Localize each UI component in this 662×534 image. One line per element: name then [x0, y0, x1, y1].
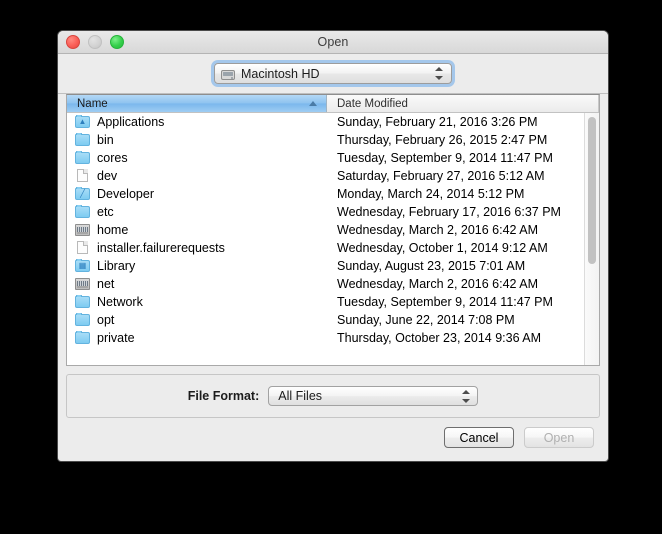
file-name-label: private [97, 331, 135, 345]
folder-icon [75, 313, 91, 327]
folder-icon [75, 205, 91, 219]
table-row[interactable]: ▲ Applications Sunday, February 21, 2016 3… [67, 113, 584, 131]
server-icon [75, 277, 91, 291]
table-row[interactable]: etc Wednesday, February 17, 2016 6:37 PM [67, 203, 584, 221]
file-list-area: ▲ Applications Sunday, February 21, 2016 3… [67, 113, 599, 365]
file-date-modified-cell: Sunday, August 23, 2015 7:01 AM [337, 259, 526, 273]
column-header-date-modified-label: Date Modified [337, 97, 408, 110]
file-browser: Name Date Modified ▲ Applications Sunday, … [66, 94, 600, 366]
table-row[interactable]: private Thursday, October 23, 2014 9:36 A… [67, 329, 584, 347]
volume-popup-button[interactable]: Macintosh HD [214, 63, 452, 84]
file-date-modified-cell: Tuesday, September 9, 2014 11:47 PM [337, 151, 553, 165]
file-name-cell: bin [67, 133, 327, 147]
file-format-label: File Format: [187, 389, 260, 403]
file-date-modified-cell: Monday, March 24, 2014 5:12 PM [337, 187, 525, 201]
file-date-modified-cell: Thursday, October 23, 2014 9:36 AM [337, 331, 542, 345]
table-row[interactable]: ▦ Library Sunday, August 23, 2015 7:01 AM [67, 257, 584, 275]
window-title: Open [317, 35, 349, 49]
server-icon [75, 223, 91, 237]
document-icon [75, 241, 91, 255]
file-date-modified-cell: Wednesday, February 17, 2016 6:37 PM [337, 205, 561, 219]
file-name-label: home [97, 223, 129, 237]
file-format-value: All Files [278, 389, 323, 403]
file-date-modified-cell: Sunday, February 21, 2016 3:26 PM [337, 115, 538, 129]
table-row[interactable]: Network Tuesday, September 9, 2014 11:47 … [67, 293, 584, 311]
file-format-popup-button[interactable]: All Files [268, 386, 479, 406]
file-name-cell: opt [67, 313, 327, 327]
minimize-button-icon[interactable] [88, 35, 102, 49]
table-row[interactable]: home Wednesday, March 2, 2016 6:42 AM [67, 221, 584, 239]
table-row[interactable]: installer.failurerequests Wednesday, Octo… [67, 239, 584, 257]
sort-ascending-icon [309, 101, 317, 106]
file-date-modified-cell: Thursday, February 26, 2015 2:47 PM [337, 133, 548, 147]
file-name-cell: Network [67, 295, 327, 309]
file-list[interactable]: ▲ Applications Sunday, February 21, 2016 3… [67, 113, 584, 365]
column-header-row: Name Date Modified [67, 95, 599, 113]
folder-applications-icon: ▲ [75, 115, 91, 129]
dialog-button-bar: Cancel Open [58, 418, 608, 461]
file-date-modified-cell: Tuesday, September 9, 2014 11:47 PM [337, 295, 553, 309]
file-name-cell: ╱ Developer [67, 187, 327, 201]
file-name-label: Developer [97, 187, 154, 201]
file-name-label: bin [97, 133, 114, 147]
table-row[interactable]: cores Tuesday, September 9, 2014 11:47 PM [67, 149, 584, 167]
file-date-modified-cell: Wednesday, March 2, 2016 6:42 AM [337, 223, 539, 237]
file-name-label: opt [97, 313, 115, 327]
file-name-cell: ▲ Applications [67, 115, 327, 129]
close-button-icon[interactable] [66, 35, 80, 49]
file-date-modified-cell: Saturday, February 27, 2016 5:12 AM [337, 169, 545, 183]
table-row[interactable]: ╱ Developer Monday, March 24, 2014 5:12 PM [67, 185, 584, 203]
file-name-label: net [97, 277, 115, 291]
file-date-modified-cell: Sunday, June 22, 2014 7:08 PM [337, 313, 515, 327]
file-name-label: cores [97, 151, 128, 165]
file-name-cell: cores [67, 151, 327, 165]
chevron-updown-icon [462, 389, 471, 404]
location-bar: Macintosh HD [58, 54, 608, 94]
file-name-cell: installer.failurerequests [67, 241, 327, 255]
table-row[interactable]: dev Saturday, February 27, 2016 5:12 AM [67, 167, 584, 185]
folder-icon [75, 295, 91, 309]
file-name-cell: net [67, 277, 327, 291]
column-header-name[interactable]: Name [67, 95, 327, 112]
file-name-label: dev [97, 169, 118, 183]
file-date-modified-cell: Wednesday, October 1, 2014 9:12 AM [337, 241, 548, 255]
hard-drive-icon [221, 68, 235, 80]
folder-icon [75, 331, 91, 345]
volume-label: Macintosh HD [241, 66, 320, 81]
file-name-label: Network [97, 295, 143, 309]
document-icon [75, 169, 91, 183]
chevron-updown-icon [435, 66, 444, 81]
window-titlebar: Open [58, 31, 608, 54]
folder-icon [75, 151, 91, 165]
vertical-scrollbar[interactable] [584, 113, 599, 365]
file-name-cell: dev [67, 169, 327, 183]
accessory-panel: File Format: All Files [66, 374, 600, 418]
file-name-cell: etc [67, 205, 327, 219]
column-header-name-label: Name [77, 97, 108, 110]
file-name-cell: ▦ Library [67, 259, 327, 273]
file-name-label: Library [97, 259, 136, 273]
column-header-date-modified[interactable]: Date Modified [327, 95, 599, 112]
file-name-label: etc [97, 205, 114, 219]
file-name-label: Applications [97, 115, 165, 129]
table-row[interactable]: net Wednesday, March 2, 2016 6:42 AM [67, 275, 584, 293]
cancel-button[interactable]: Cancel [444, 427, 514, 448]
file-name-cell: home [67, 223, 327, 237]
table-row[interactable]: bin Thursday, February 26, 2015 2:47 PM [67, 131, 584, 149]
open-button: Open [524, 427, 594, 448]
file-name-cell: private [67, 331, 327, 345]
window-controls [66, 31, 124, 53]
table-row[interactable]: opt Sunday, June 22, 2014 7:08 PM [67, 311, 584, 329]
open-dialog-window: Open Macintosh HD Name Date Modified ▲ A… [57, 30, 609, 462]
file-date-modified-cell: Wednesday, March 2, 2016 6:42 AM [337, 277, 539, 291]
zoom-button-icon[interactable] [110, 35, 124, 49]
scrollbar-thumb[interactable] [588, 117, 596, 264]
folder-library-icon: ▦ [75, 259, 91, 273]
folder-icon [75, 133, 91, 147]
folder-developer-icon: ╱ [75, 187, 91, 201]
file-name-label: installer.failurerequests [97, 241, 225, 255]
